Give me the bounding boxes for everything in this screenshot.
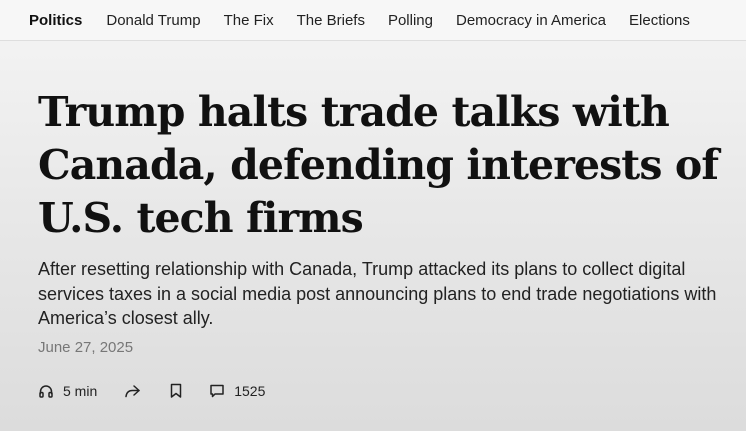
headphones-icon: [38, 383, 54, 399]
save-button[interactable]: [169, 383, 183, 399]
nav-elections[interactable]: Elections: [629, 13, 690, 28]
nav-polling[interactable]: Polling: [388, 13, 433, 28]
publish-date: June 27, 2025: [38, 339, 134, 356]
comments-button[interactable]: 1525: [209, 383, 265, 399]
nav-politics[interactable]: Politics: [29, 13, 82, 28]
comment-icon: [209, 383, 225, 399]
nav-democracy-in-america[interactable]: Democracy in America: [456, 13, 606, 28]
nav-donald-trump[interactable]: Donald Trump: [106, 13, 200, 28]
share-button[interactable]: [124, 383, 141, 399]
share-icon: [124, 383, 141, 399]
nav-the-fix[interactable]: The Fix: [224, 13, 274, 28]
nav-the-briefs[interactable]: The Briefs: [297, 13, 365, 28]
comment-count: 1525: [234, 383, 266, 399]
article-actions: 5 min 1525: [38, 380, 265, 402]
section-nav: Politics Donald Trump The Fix The Briefs…: [0, 0, 746, 41]
article-summary: After resetting relationship with Canada…: [38, 259, 717, 328]
listen-button[interactable]: 5 min: [38, 383, 97, 399]
article-headline: Trump halts trade talks with Canada, def…: [38, 88, 719, 242]
listen-duration: 5 min: [63, 383, 98, 399]
bookmark-icon: [169, 383, 183, 399]
